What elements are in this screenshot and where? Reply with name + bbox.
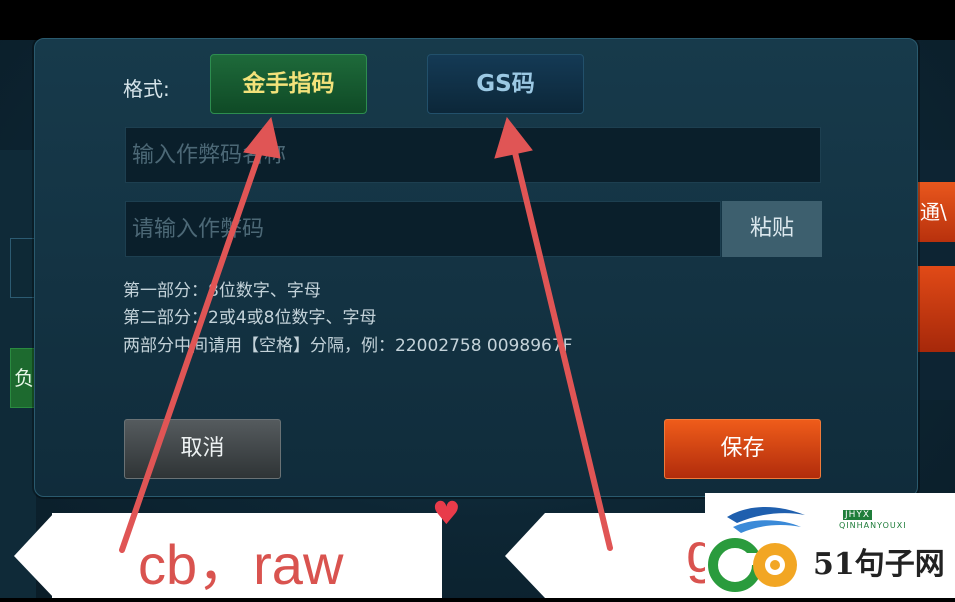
- hint-separator-example: 两部分中间请用【空格】分隔，例：22002758 0098967F: [123, 336, 573, 356]
- heart-icon: ♥: [432, 494, 461, 532]
- cheat-name-input[interactable]: 输入作弊码名称: [125, 127, 821, 183]
- right-callout-pointer: [505, 513, 545, 598]
- cheat-code-input[interactable]: 请输入作弊码: [125, 201, 721, 257]
- tab-gold-finger-code[interactable]: 金手指码: [210, 54, 367, 114]
- left-callout-text: cb，raw: [138, 533, 344, 596]
- hint-part-one: 第一部分：8位数字、字母: [123, 281, 321, 301]
- cancel-button[interactable]: 取消: [124, 419, 281, 479]
- tab-gs-code[interactable]: GS码: [427, 54, 584, 114]
- brand-line: QINHANYOUXI: [839, 521, 907, 530]
- cheat-code-dialog: 格式: 金手指码 GS码 输入作弊码名称 请输入作弊码 粘贴 第一部分：8位数字…: [34, 38, 918, 497]
- hint-part-two: 第二部分：2或4或8位数字、字母: [123, 308, 377, 328]
- background-right-orange-button[interactable]: 通\: [918, 182, 955, 242]
- paste-button[interactable]: 粘贴: [722, 201, 822, 257]
- site-watermark: JHYX QINHANYOUXI 51句子网: [705, 493, 955, 598]
- background-right-orange-button-2[interactable]: [918, 266, 955, 352]
- site-name: 51句子网: [813, 547, 945, 582]
- format-label: 格式:: [123, 77, 170, 101]
- brand-tag: JHYX: [843, 510, 873, 520]
- save-button[interactable]: 保存: [664, 419, 821, 479]
- site-logo-icon: [708, 507, 805, 592]
- left-callout-pointer: [14, 513, 54, 598]
